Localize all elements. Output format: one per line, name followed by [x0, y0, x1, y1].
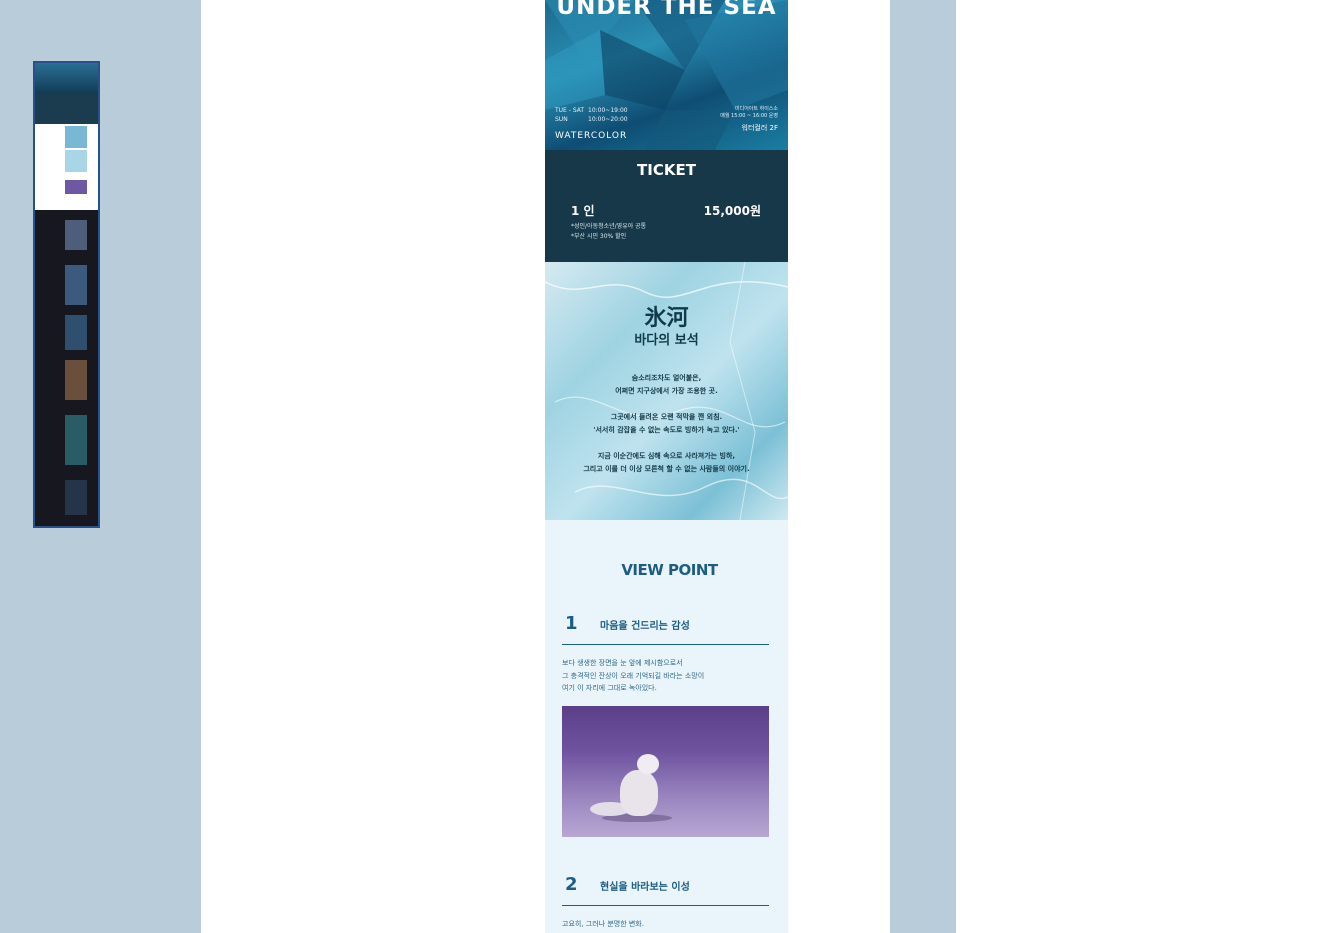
hours-time: 10:00~20:00 [588, 116, 628, 123]
story-paragraph: 숨소리조차도 얼어붙은, 어쩌면 지구상에서 가장 조용한 곳. [545, 372, 788, 398]
ticket-price: 15,000원 [703, 204, 761, 218]
ticket-heading: TICKET [637, 161, 696, 179]
exhibition-title: UNDER THE SEA [556, 0, 777, 20]
right-band [890, 0, 956, 933]
hours-day: TUE - SAT [555, 107, 585, 114]
description-line: 여기 이 자리에 그대로 녹아있다. [562, 684, 657, 692]
ticket-section: TICKET 1 인 15,000원 *성인/아동청소년/영유아 공통 *부산 … [545, 150, 788, 262]
watercolor-logo: WATERCOLOR [555, 131, 628, 141]
viewpoint-divider [562, 905, 769, 906]
viewpoint-divider [562, 644, 769, 645]
left-panel [0, 0, 201, 933]
glacier-hanja-title: 氷河 [644, 305, 689, 331]
glacier-subtitle: 바다의 보석 [634, 333, 699, 348]
viewpoint-number: 2 [565, 874, 578, 895]
page-minimap[interactable] [33, 61, 100, 528]
story-paragraph: 그곳에서 들려온 오랜 적막을 깬 외침. '서서히 감잡을 수 없는 속도로 … [545, 411, 788, 437]
description-line: 보다 생생한 장면을 눈 앞에 제시함으로서 [562, 659, 683, 667]
minimap-dimmed-area [35, 210, 98, 526]
viewpoint-description: 보다 생생한 장면을 눈 앞에 제시함으로서 그 충격적인 잔상이 오래 기억되… [562, 657, 704, 695]
event-info-line: 매월 15:00 ~ 16:00 운영 [720, 113, 778, 119]
hours-day: SUN [555, 116, 568, 123]
glacier-section: 氷河 바다의 보석 숨소리조차도 얼어붙은, 어쩌면 지구상에서 가장 조용한 … [545, 262, 788, 520]
hours-time: 10:00~19:00 [588, 107, 628, 114]
opening-hours: TUE - SAT 10:00~19:00 SUN 10:00~20:00 [555, 106, 628, 124]
event-info: 미디어아트 하이스소 매월 15:00 ~ 16:00 운영 [720, 106, 778, 120]
viewpoint-heading: VIEW POINT [621, 561, 718, 579]
ticket-note: *성인/아동청소년/영유아 공통 [571, 223, 647, 230]
hero-section: UNDER THE SEA TUE - SAT 10:00~19:00 SUN 10… [545, 0, 788, 150]
minimap-ticket-thumb [35, 93, 98, 124]
poster-artboard: UNDER THE SEA TUE - SAT 10:00~19:00 SUN 10… [545, 0, 788, 933]
story-line: 지금 이순간에도 심해 속으로 사라져가는 빙하, [597, 452, 736, 460]
venue-floor: 워터컬러 2F [741, 124, 778, 132]
description-line: 고요히, 그러나 분명한 변화. [562, 920, 644, 928]
viewpoint-description: 고요히, 그러나 분명한 변화. [562, 918, 644, 931]
story-line: 그곳에서 들려온 오랜 적막을 깬 외침. [610, 413, 723, 421]
glacier-story: 숨소리조차도 얼어붙은, 어쩌면 지구상에서 가장 조용한 곳. 그곳에서 들려… [545, 372, 788, 489]
story-paragraph: 지금 이순간에도 심해 속으로 사라져가는 빙하, 그리고 이를 더 이상 모른… [545, 450, 788, 476]
ticket-notes: *성인/아동청소년/영유아 공통 *부산 시민 30% 할인 [571, 222, 646, 242]
event-info-line: 미디어아트 하이스소 [735, 106, 778, 112]
viewpoint-item-heading: 마음을 건드리는 감성 [600, 621, 690, 632]
arctic-fox-photo [562, 706, 769, 837]
viewpoint-section: VIEW POINT 1 마음을 건드리는 감성 보다 생생한 장면을 눈 앞에… [545, 520, 788, 933]
story-line: 숨소리조차도 얼어붙은, [631, 374, 702, 382]
viewpoint-item-heading: 현실을 바라보는 이성 [600, 882, 690, 893]
story-line: '서서히 감잡을 수 없는 속도로 빙하가 녹고 있다.' [593, 426, 740, 434]
story-line: 어쩌면 지구상에서 가장 조용한 곳. [615, 387, 718, 395]
description-line: 그 충격적인 잔상이 오래 기억되길 바라는 소망이 [562, 671, 705, 680]
ticket-note: *부산 시민 30% 할인 [571, 233, 627, 240]
minimap-viewport-indicator[interactable] [35, 124, 98, 210]
viewpoint-number: 1 [565, 613, 578, 634]
minimap-hero-thumb [35, 63, 98, 93]
story-line: 그리고 이를 더 이상 모른척 할 수 없는 사람들의 이야기. [583, 465, 750, 473]
ticket-quantity: 1 인 [571, 204, 595, 218]
